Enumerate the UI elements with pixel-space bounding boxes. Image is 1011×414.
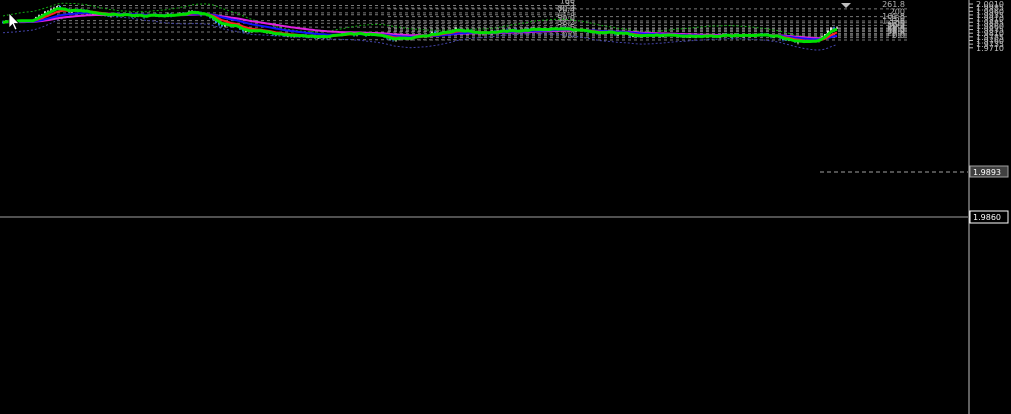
- fib-level-2-label: 0.0: [892, 31, 905, 40]
- crosshair-price-box: 1.9893: [969, 165, 1009, 178]
- chart-background: [0, 0, 1011, 414]
- current-price-box: 1.9860: [969, 210, 1009, 224]
- current-price-label: 1.9860: [973, 213, 1001, 222]
- price-chart[interactable]: 1009580.976.461.850.038.223.60.0261.8200…: [0, 0, 1011, 414]
- price-axis-label: 1.9710: [976, 44, 1004, 53]
- crosshair-price-label: 1.9893: [973, 168, 1001, 177]
